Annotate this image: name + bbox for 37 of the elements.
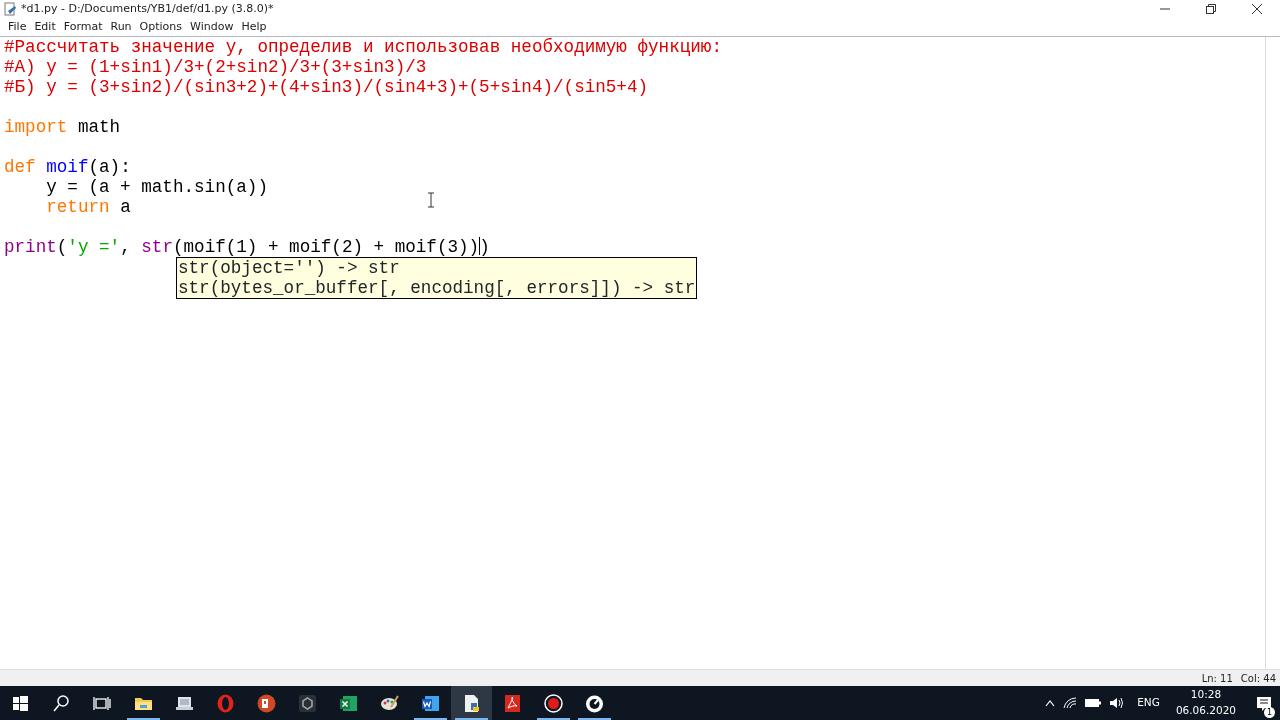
code-line: def moif(a):: [4, 157, 131, 177]
calltip: str(object='') -> str str(bytes_or_buffer[, encoding[, errors]]) -> str: [176, 257, 698, 299]
line-number: Ln: 11: [1201, 671, 1233, 686]
code-line: print('y =', str(moif(1) + moif(2) + moif(3))): [4, 237, 490, 257]
column-number: Col: 44: [1240, 671, 1276, 686]
speaker-icon[interactable]: [1109, 697, 1126, 709]
code-line: #Рассчитать значение y, определив и использовав необходимую функцию:: [4, 37, 722, 57]
restore-icon: [1206, 4, 1216, 14]
chevron-up-icon[interactable]: [1045, 699, 1056, 707]
code-line: y = (a + math.sin(a)): [46, 177, 268, 197]
menu-item[interactable]: Format: [59, 18, 107, 36]
code-line: #Б) y = (3+sin2)/(sin3+2)+(4+sin3)/(sin4+3)+(5+sin4)/(sin5+4): [4, 77, 649, 97]
taskbar-button[interactable]: [451, 686, 492, 720]
clock-date[interactable]: 06.06.2020: [1175, 703, 1236, 719]
presentation-icon: [256, 692, 277, 714]
close-icon: [1252, 4, 1262, 14]
search-icon: [51, 692, 72, 714]
menu-item[interactable]: File: [4, 18, 31, 36]
text-cursor-icon: [427, 192, 435, 208]
menu-item[interactable]: Options: [135, 18, 187, 36]
menu-item[interactable]: Run: [106, 18, 136, 36]
clock-time[interactable]: 10:28: [1190, 687, 1222, 703]
notification-count: 1: [1264, 707, 1275, 718]
menu-item[interactable]: Help: [237, 18, 271, 36]
menu-item[interactable]: Window: [186, 18, 238, 36]
pdf-icon: [502, 692, 523, 714]
window-title: *d1.py - D:/Documents/YB1/def/d1.py (3.8.0)*: [21, 1, 274, 17]
battery-icon[interactable]: [1085, 698, 1102, 708]
ring-icon: [215, 692, 236, 714]
code-line: import math: [4, 117, 121, 137]
record-icon: [543, 692, 564, 714]
code-line: #А) y = (1+sin1)/3+(2+sin2)/3+(3+sin3)/3: [4, 57, 427, 77]
menu-item[interactable]: Edit: [30, 18, 60, 36]
document-icon: [4, 2, 17, 16]
wifi-icon[interactable]: [1063, 697, 1078, 709]
code-line: return a: [46, 197, 131, 217]
language-indicator[interactable]: ENG: [1133, 695, 1164, 711]
